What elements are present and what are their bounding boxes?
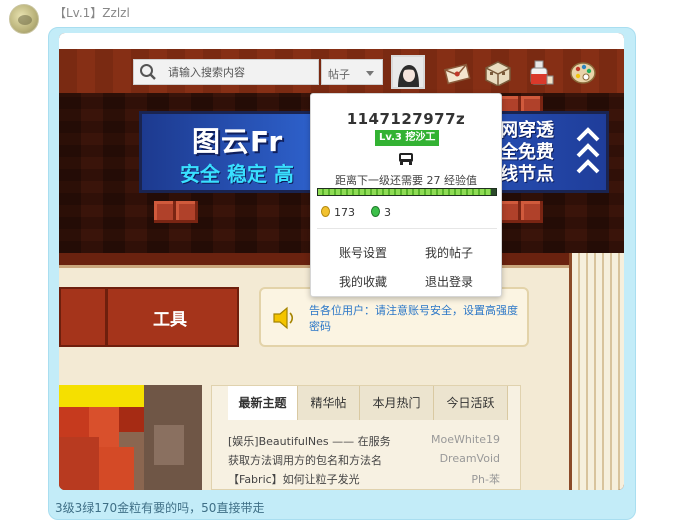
speaker-icon	[273, 306, 294, 330]
green-count: 3	[371, 206, 391, 219]
logout-link[interactable]: 退出登录	[409, 273, 489, 290]
thread-title[interactable]: 【Fabric】如何让粒子发光	[228, 471, 360, 487]
tab-today-active[interactable]: 今日活跃	[434, 386, 508, 420]
user-id: 1147127977z	[346, 110, 466, 128]
thread-title[interactable]: 获取方法调用方的包名和方法名	[228, 452, 382, 468]
thread-tabs-panel: 最新主题 精华帖 本月热门 今日活跃 [娱乐]BeautifulNes —— 在…	[211, 385, 521, 490]
featured-image[interactable]	[59, 385, 202, 490]
my-posts-link[interactable]: 我的帖子	[409, 244, 489, 261]
cube-icon[interactable]	[484, 60, 512, 86]
gold-value: 173	[334, 206, 355, 219]
pixel-block	[499, 201, 521, 223]
sender-name: 【Lv.1】Zzlzl	[54, 6, 130, 20]
search-scope-select[interactable]: 帖子	[321, 59, 383, 85]
thread-row[interactable]: [娱乐]BeautifulNes —— 在服务 MoeWhite19	[228, 433, 518, 449]
green-value: 3	[384, 206, 391, 219]
exp-remaining-text: 距离下一级还需要 27 经验值	[335, 174, 477, 187]
search-input[interactable]	[168, 63, 318, 81]
pixel-block	[521, 201, 543, 223]
exp-progress-fill	[318, 189, 491, 195]
banner-right-line: 网穿透	[500, 120, 554, 141]
gold-coin-icon	[321, 206, 330, 217]
thread-title[interactable]: [娱乐]BeautifulNes —— 在服务	[228, 433, 391, 449]
palette-icon[interactable]	[569, 60, 597, 86]
book-edge	[569, 253, 624, 490]
message-text: 3级3绿170金粒有要的吗，50直接带走	[55, 501, 265, 515]
chevron-down-icon	[366, 71, 374, 76]
banner-right-line: 线节点	[500, 164, 554, 185]
top-strip	[59, 33, 624, 49]
user-avatar[interactable]	[391, 55, 425, 89]
search-icon[interactable]	[139, 63, 157, 81]
banner-subtitle: 安全 稳定 高	[180, 162, 294, 186]
tab-latest[interactable]: 最新主题	[228, 386, 298, 420]
potion-icon[interactable]	[527, 60, 555, 86]
gold-count: 173	[321, 206, 355, 219]
nav-divider	[105, 289, 108, 345]
pixel-block	[176, 201, 198, 223]
banner-logo: 图云Fr	[192, 125, 284, 158]
banner-right-text: 网穿透 全免费 线节点	[500, 120, 570, 186]
thread-author[interactable]: Ph-苯	[471, 471, 500, 487]
sender-avatar[interactable]	[9, 4, 39, 34]
account-settings-link[interactable]: 账号设置	[323, 244, 403, 261]
user-popup: 1147127977z Lv.3 挖沙工 距离下一级还需要 27 经验值 173…	[310, 93, 502, 297]
thread-row[interactable]: 获取方法调用方的包名和方法名 DreamVoid	[228, 452, 518, 468]
green-gem-icon	[371, 206, 380, 217]
avatar-face	[18, 15, 32, 25]
my-favorites-link[interactable]: 我的收藏	[323, 273, 403, 290]
search-scope-label: 帖子	[328, 68, 350, 81]
notice-text[interactable]: 告各位用户：请注意账号安全，设置高强度密码	[309, 303, 521, 335]
group-badge-icon	[399, 153, 413, 165]
pixel-block	[154, 201, 176, 223]
search-box	[133, 59, 319, 85]
exp-progress-bar	[317, 188, 497, 196]
envelope-icon[interactable]	[443, 60, 471, 86]
tab-monthly-hot[interactable]: 本月热门	[360, 386, 434, 420]
nav-item-tools[interactable]: 工具	[153, 305, 187, 330]
popup-divider	[317, 228, 497, 229]
featured-pixel-art	[59, 385, 202, 490]
thread-author[interactable]: DreamVoid	[440, 452, 500, 465]
tab-featured[interactable]: 精华帖	[298, 386, 360, 420]
avatar-portrait-icon	[393, 57, 423, 87]
level-badge: Lv.3 挖沙工	[375, 130, 440, 146]
main-nav: 工具	[59, 287, 239, 347]
banner-right-line: 全免费	[500, 142, 554, 163]
chevron-up-icon	[576, 127, 600, 174]
thread-row[interactable]: 【Fabric】如何让粒子发光 Ph-苯	[228, 471, 518, 487]
thread-author[interactable]: MoeWhite19	[431, 433, 500, 446]
